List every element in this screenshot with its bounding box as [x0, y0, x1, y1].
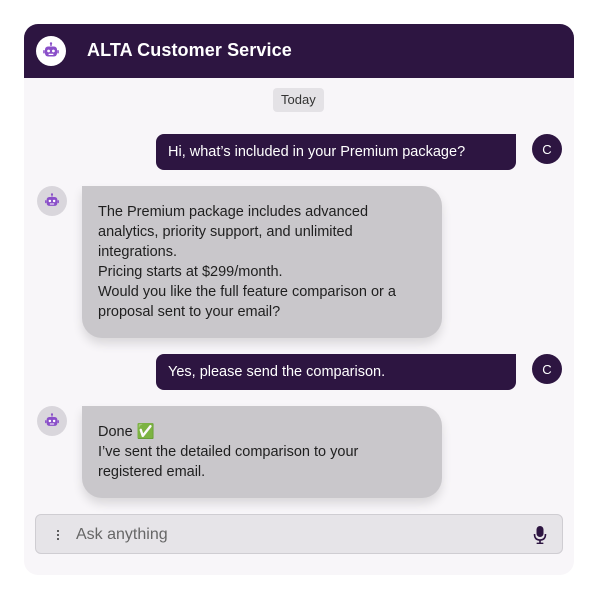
message-line: The Premium package includes advanced — [98, 204, 369, 220]
message-line: registered email. — [98, 464, 206, 480]
date-separator: Today — [273, 88, 324, 112]
message-line: Done ✅ — [98, 424, 155, 440]
chat-window: ALTA Customer Service Today Hi, what’s i… — [24, 24, 574, 575]
message-line: I’ve sent the detailed comparison to you… — [98, 444, 359, 460]
message-input[interactable] — [76, 521, 516, 549]
robot-icon — [43, 42, 59, 57]
message-line: integrations. — [98, 244, 177, 260]
message-line: analytics, priority support, and unlimit… — [98, 224, 353, 240]
message-line: proposal sent to your email? — [98, 304, 281, 320]
user-message: Yes, please send the comparison. — [156, 354, 516, 390]
bot-avatar — [37, 406, 67, 436]
robot-icon — [45, 193, 59, 206]
bot-avatar — [36, 36, 66, 66]
message-line: Would you like the full feature comparis… — [98, 284, 396, 300]
user-avatar: C — [532, 134, 562, 164]
more-vertical-icon[interactable] — [52, 526, 64, 544]
chat-title: ALTA Customer Service — [87, 40, 292, 60]
message-text: Yes, please send the comparison. — [168, 364, 386, 380]
message-line: Pricing starts at $299/month. — [98, 264, 283, 280]
bot-message: Done ✅ I’ve sent the detailed comparison… — [82, 406, 442, 498]
chat-header: ALTA Customer Service — [24, 24, 574, 78]
message-composer — [35, 514, 563, 554]
user-avatar: C — [532, 354, 562, 384]
microphone-icon[interactable] — [532, 524, 548, 546]
bot-avatar — [37, 186, 67, 216]
robot-icon — [45, 413, 59, 426]
user-message: Hi, what’s included in your Premium pack… — [156, 134, 516, 170]
bot-message: The Premium package includes advanced an… — [82, 186, 442, 338]
message-text: Hi, what’s included in your Premium pack… — [168, 144, 466, 160]
